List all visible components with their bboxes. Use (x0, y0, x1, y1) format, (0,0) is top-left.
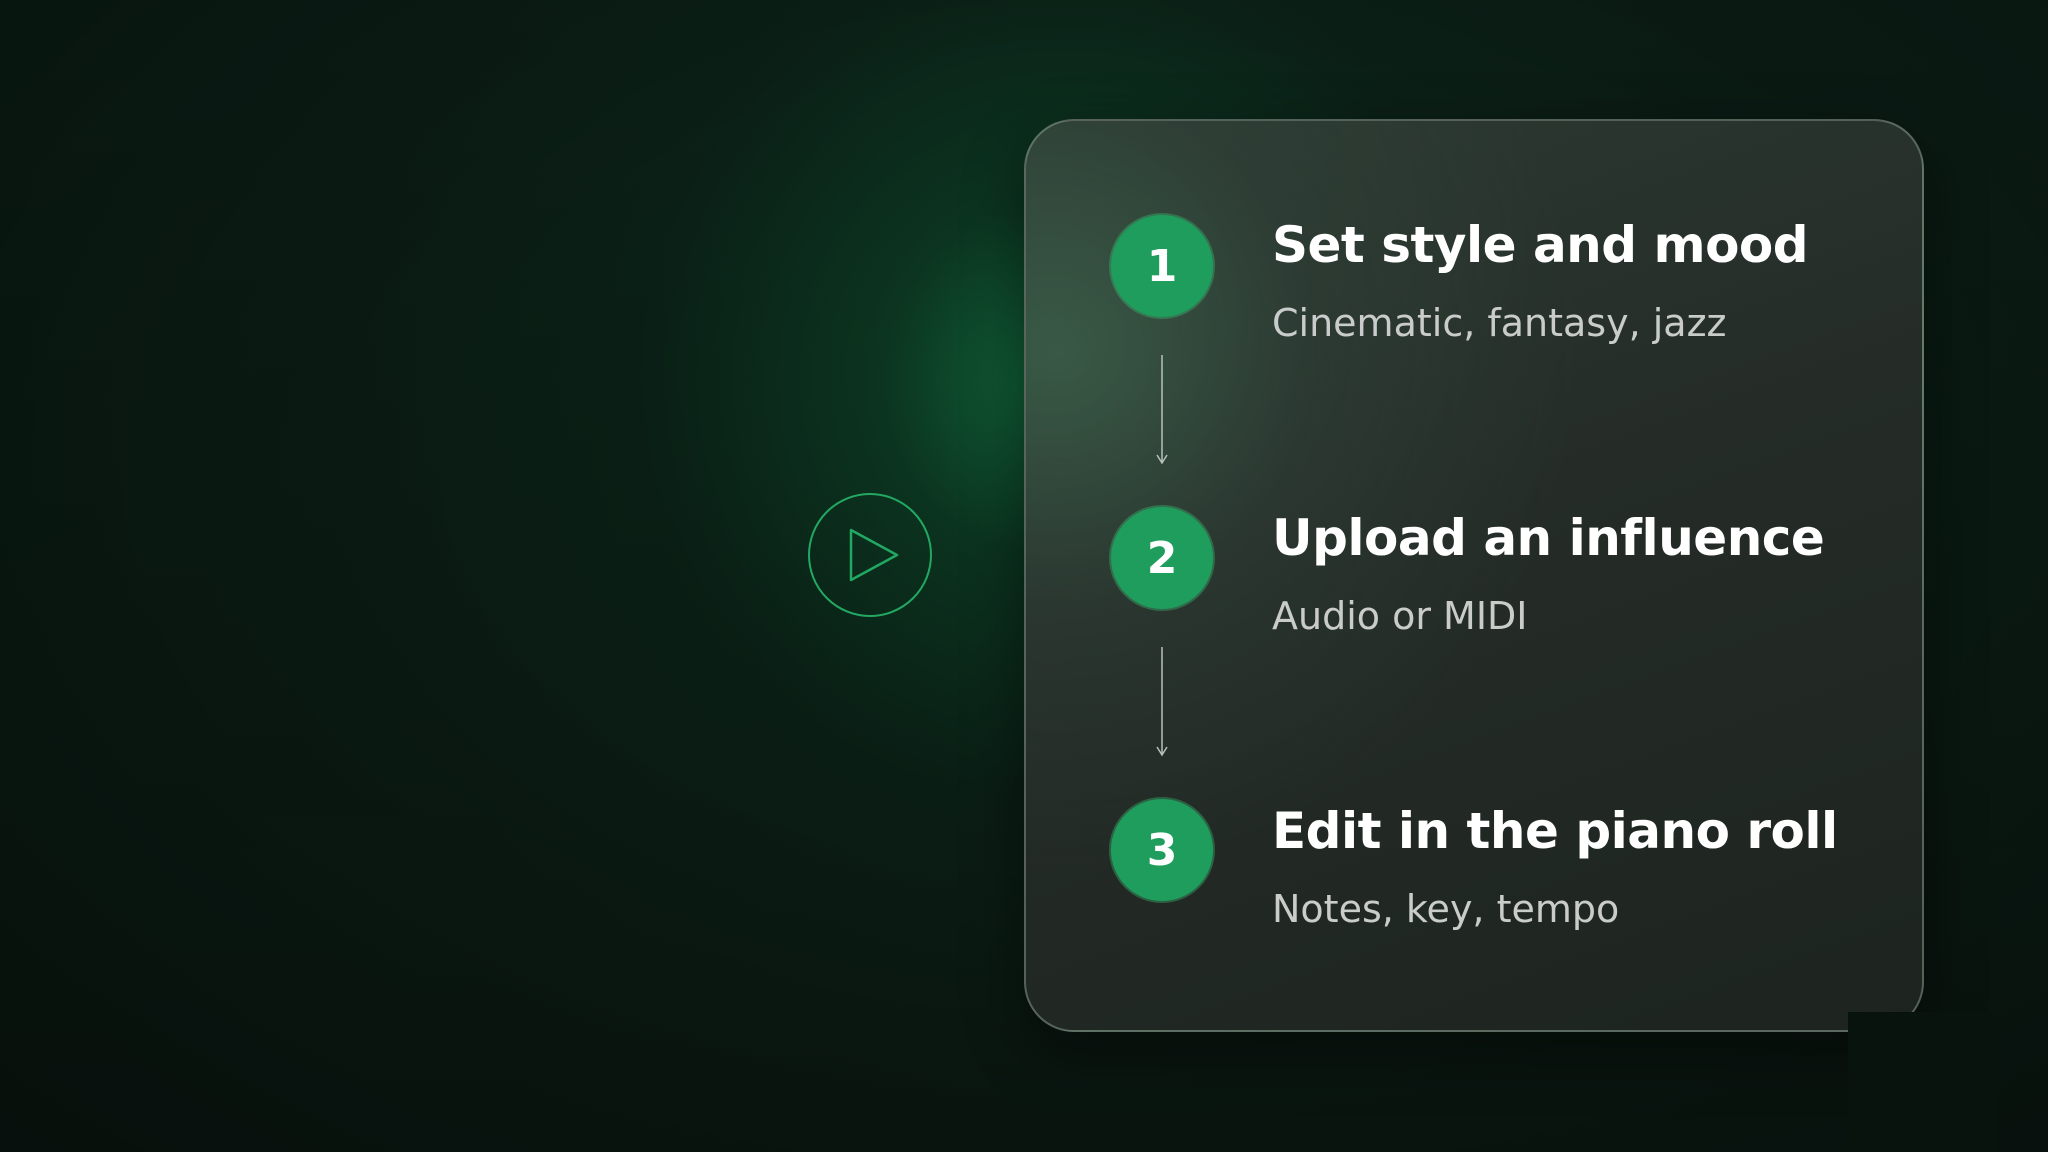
step-title: Edit in the piano roll (1272, 802, 1838, 860)
step-number-badge: 2 (1111, 507, 1213, 609)
step-subtitle: Cinematic, fantasy, jazz (1272, 301, 1727, 345)
play-icon (849, 528, 899, 582)
play-button[interactable] (808, 493, 932, 617)
step-subtitle: Notes, key, tempo (1272, 887, 1620, 931)
step-number-badge: 1 (1111, 215, 1213, 317)
corner-overlay (1848, 1012, 1998, 1152)
steps-card: 1 Set style and mood Cinematic, fantasy,… (1024, 119, 1924, 1032)
step-subtitle: Audio or MIDI (1272, 594, 1528, 638)
step-number-badge: 3 (1111, 799, 1213, 901)
step-title: Set style and mood (1272, 216, 1809, 274)
arrow-down-icon (1156, 647, 1168, 759)
step-title: Upload an influence (1272, 509, 1825, 567)
arrow-down-icon (1156, 355, 1168, 467)
hero-stage: 1 Set style and mood Cinematic, fantasy,… (0, 0, 2048, 1152)
